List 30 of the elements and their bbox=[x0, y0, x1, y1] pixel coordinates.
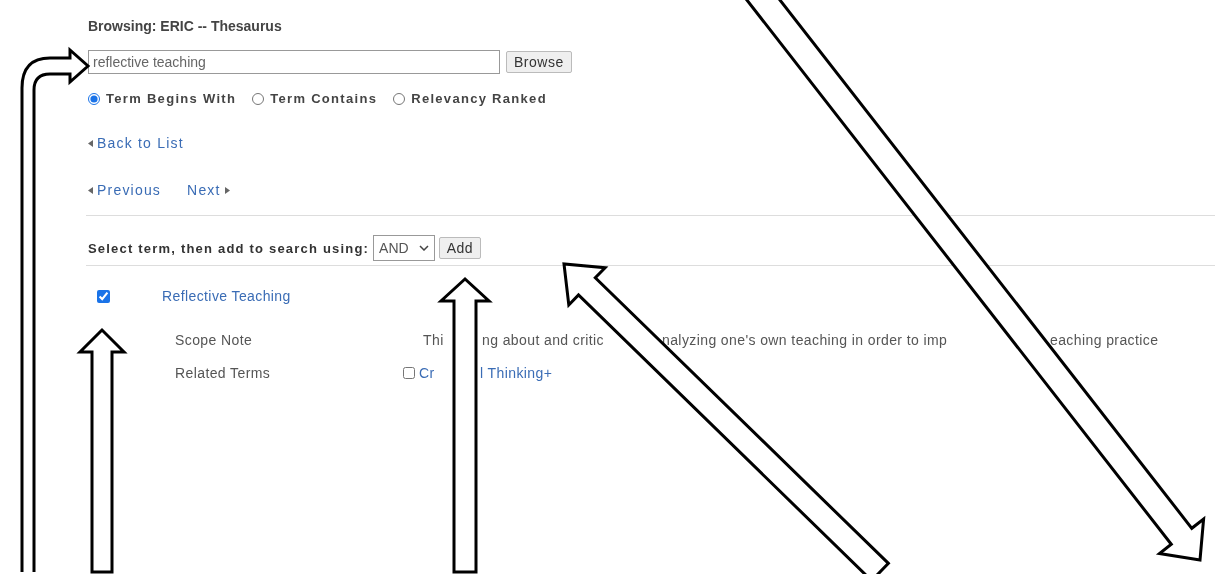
radio-label: Term Contains bbox=[270, 91, 378, 106]
radio-label: Term Begins With bbox=[106, 91, 237, 106]
related-term-link[interactable]: l Thinking+ bbox=[480, 365, 553, 381]
next-link[interactable]: Next bbox=[187, 182, 221, 198]
radio-button[interactable] bbox=[88, 92, 100, 105]
field-label: Related Terms bbox=[175, 365, 272, 381]
add-button[interactable]: Add bbox=[438, 237, 482, 259]
radio-label: Relevancy Ranked bbox=[411, 91, 547, 106]
related-term-checkbox[interactable] bbox=[403, 367, 415, 379]
previous-link[interactable]: Previous bbox=[97, 182, 162, 198]
operator-dropdown[interactable]: AND bbox=[373, 235, 435, 261]
left-caret-icon bbox=[88, 139, 93, 147]
field-label: Scope Note bbox=[175, 332, 254, 348]
back-link[interactable]: Back to List bbox=[97, 135, 184, 151]
scope-note-text: Thi bbox=[423, 332, 444, 348]
browse-button[interactable]: Browse bbox=[506, 51, 572, 73]
page-title: Browsing: ERIC -- Thesaurus bbox=[88, 18, 282, 34]
term-link[interactable]: Reflective Teaching bbox=[162, 288, 291, 304]
search-field[interactable]: reflective teaching bbox=[88, 50, 500, 74]
related-term-link[interactable]: Cr bbox=[419, 365, 435, 381]
right-caret-icon bbox=[224, 186, 230, 194]
chevron-icon bbox=[418, 245, 429, 251]
term-checkbox[interactable] bbox=[97, 289, 110, 303]
scope-note-text: ng about and critic bbox=[482, 332, 604, 348]
radio-button[interactable] bbox=[252, 92, 265, 105]
left-caret-icon bbox=[88, 186, 93, 194]
radio-button[interactable] bbox=[393, 92, 406, 105]
scope-note-text: nalyzing one's own teaching in order to imp bbox=[662, 332, 948, 348]
add-label: Select term, then add to search using: bbox=[88, 240, 370, 256]
scope-note-text: eaching practice bbox=[1050, 332, 1159, 348]
